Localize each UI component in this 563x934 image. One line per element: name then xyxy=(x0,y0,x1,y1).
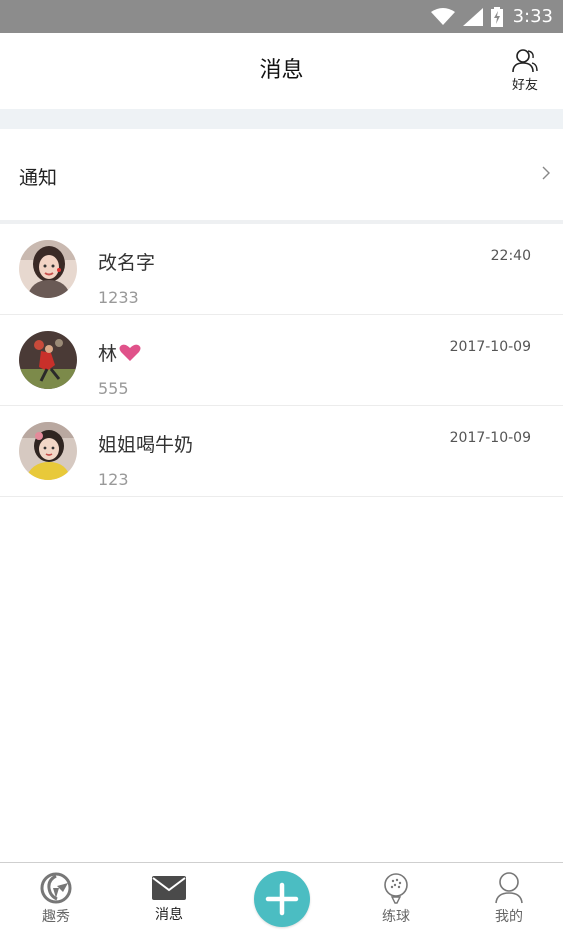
tab-practice[interactable]: 练球 xyxy=(356,863,436,934)
show-icon xyxy=(40,872,72,904)
message-preview: 123 xyxy=(98,470,129,489)
notice-row[interactable]: 通知 xyxy=(0,129,563,220)
message-preview: 1233 xyxy=(98,288,139,307)
contact-name: 林 xyxy=(98,339,141,366)
header: 消息 好友 xyxy=(0,33,563,109)
heart-icon xyxy=(119,344,141,361)
page-title: 消息 xyxy=(259,58,304,83)
avatar xyxy=(19,240,77,298)
add-button[interactable] xyxy=(254,871,310,927)
tab-label: 消息 xyxy=(155,907,183,923)
golf-ball-icon xyxy=(384,873,408,904)
plus-icon xyxy=(265,882,299,916)
friends-button[interactable]: 好友 xyxy=(505,49,545,97)
battery-charging-icon xyxy=(490,6,503,27)
message-time: 2017-10-09 xyxy=(449,430,531,446)
contact-name-text: 改名字 xyxy=(98,252,156,274)
message-preview: 555 xyxy=(98,379,129,398)
list-item[interactable]: 林 2017-10-09 555 xyxy=(0,315,563,406)
chevron-right-icon xyxy=(542,166,550,180)
contact-name-text: 林 xyxy=(98,343,118,365)
mail-icon xyxy=(152,876,186,900)
tab-bar: 趣秀 消息 练球 我的 xyxy=(0,862,563,934)
contact-name: 姐姐喝牛奶 xyxy=(98,430,193,457)
tab-label: 练球 xyxy=(382,909,410,925)
status-icons: 3:33 xyxy=(430,0,553,33)
notice-label: 通知 xyxy=(19,167,58,189)
friends-icon xyxy=(512,49,538,73)
list-item[interactable]: 姐姐喝牛奶 2017-10-09 123 xyxy=(0,406,563,497)
status-time: 3:33 xyxy=(512,6,553,27)
message-list: 改名字 22:40 1233 林 2017-10-09 555 姐姐喝牛奶 20… xyxy=(0,224,563,497)
tab-show[interactable]: 趣秀 xyxy=(16,863,96,934)
status-bar: 3:33 xyxy=(0,0,563,33)
contact-name-text: 姐姐喝牛奶 xyxy=(98,434,194,456)
cell-signal-icon xyxy=(462,7,483,26)
message-time: 22:40 xyxy=(490,248,531,264)
section-divider xyxy=(0,109,563,129)
message-time: 2017-10-09 xyxy=(449,339,531,355)
tab-label: 我的 xyxy=(495,909,523,925)
avatar xyxy=(19,331,77,389)
tab-messages[interactable]: 消息 xyxy=(129,863,209,934)
friends-label: 好友 xyxy=(511,78,538,93)
person-icon xyxy=(495,872,523,904)
wifi-icon xyxy=(430,7,455,25)
tab-me[interactable]: 我的 xyxy=(469,863,549,934)
avatar xyxy=(19,422,77,480)
tab-label: 趣秀 xyxy=(42,909,70,925)
contact-name: 改名字 xyxy=(98,248,155,275)
list-item[interactable]: 改名字 22:40 1233 xyxy=(0,224,563,315)
